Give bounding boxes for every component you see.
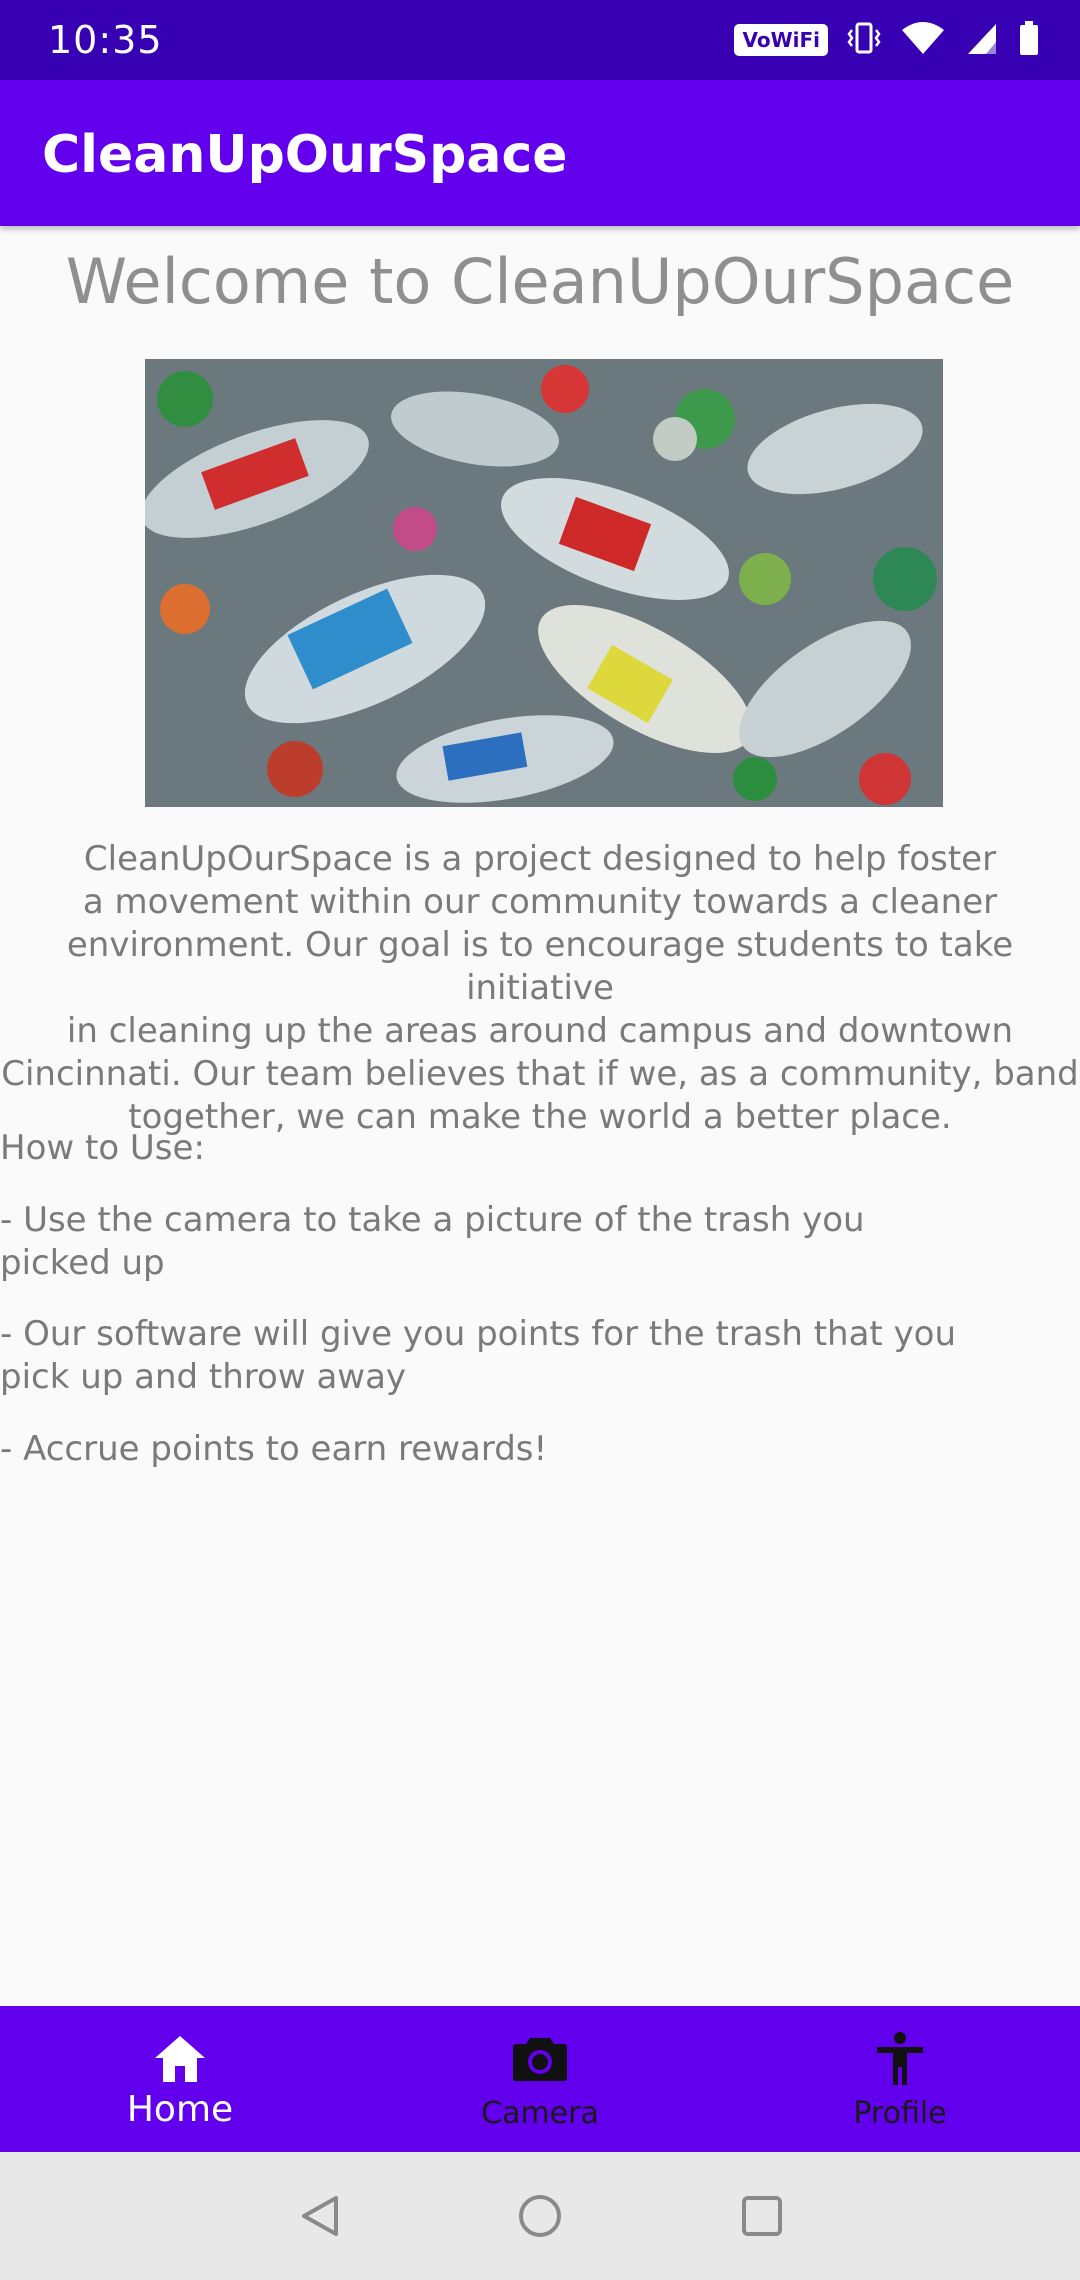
description: CleanUpOurSpace is a project designed to… — [0, 838, 1080, 1139]
step-2: - Our software will give you points for … — [0, 1313, 956, 1399]
nav-profile-label: Profile — [853, 2096, 947, 2131]
system-nav-bar — [0, 2152, 1080, 2280]
recents-icon[interactable] — [738, 2192, 786, 2240]
step-line: - Our software will give you points for … — [0, 1314, 957, 1354]
app-title: CleanUpOurSpace — [42, 125, 568, 185]
nav-profile[interactable]: Profile — [720, 2006, 1080, 2152]
how-to-heading: How to Use: — [0, 1128, 205, 1168]
nav-camera-label: Camera — [481, 2096, 599, 2131]
vibrate-icon — [846, 20, 882, 60]
accessibility-icon — [875, 2030, 925, 2088]
step-1: - Use the camera to take a picture of th… — [0, 1199, 865, 1285]
status-bar: 10:35 VoWiFi — [0, 0, 1080, 80]
step-line: pick up and throw away — [0, 1357, 407, 1397]
battery-icon — [1018, 20, 1040, 60]
description-line: environment. Our goal is to encourage st… — [66, 925, 1014, 1008]
nav-camera[interactable]: Camera — [360, 2006, 720, 2152]
step-line: - Use the camera to take a picture of th… — [0, 1200, 865, 1240]
description-line: Cincinnati. Our team believes that if we… — [1, 1054, 1079, 1094]
description-line: a movement within our community towards … — [82, 882, 998, 922]
nav-home-label: Home — [126, 2089, 234, 2130]
description-line: CleanUpOurSpace is a project designed to… — [83, 839, 997, 879]
step-line: picked up — [0, 1243, 165, 1283]
camera-icon — [512, 2030, 568, 2088]
back-icon[interactable] — [296, 2192, 344, 2240]
home-icon — [153, 2030, 207, 2088]
step-3: - Accrue points to earn rewards! — [0, 1428, 547, 1471]
wifi-icon — [900, 20, 946, 60]
screen: 10:35 VoWiFi CleanUpOurSpace Welcome to … — [0, 0, 1080, 2280]
bottom-nav: Home Camera Profile — [0, 2006, 1080, 2152]
hero-image — [145, 359, 943, 807]
home-circle-icon[interactable] — [516, 2192, 564, 2240]
signal-icon — [964, 20, 1000, 60]
nav-home[interactable]: Home — [0, 2006, 360, 2152]
welcome-heading: Welcome to CleanUpOurSpace — [65, 245, 1015, 318]
description-line: in cleaning up the areas around campus a… — [66, 1011, 1014, 1051]
vowifi-badge: VoWiFi — [734, 24, 828, 56]
status-icons: VoWiFi — [734, 20, 1040, 60]
step-line: - Accrue points to earn rewards! — [0, 1429, 548, 1469]
status-time: 10:35 — [48, 18, 163, 62]
app-bar: CleanUpOurSpace — [0, 80, 1080, 226]
